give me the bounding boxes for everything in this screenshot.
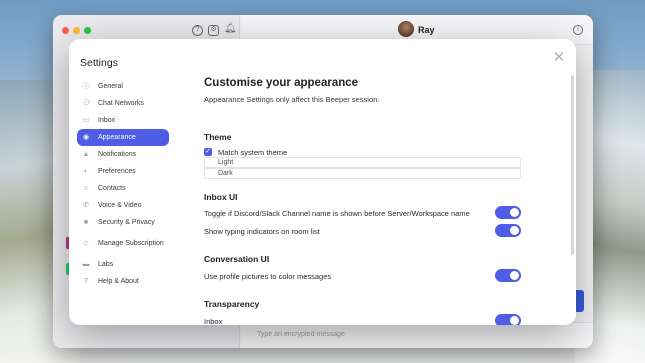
tag-icon: ◇ [83,239,89,247]
settings-modal: ✕ Settings ⓘ General 💬︎ Chat Networks ▭ … [69,39,576,325]
match-system-theme-label: Match system theme [218,148,288,157]
gear-icon[interactable]: ⚙ [208,25,219,36]
avatar[interactable] [398,21,414,37]
theme-option-dark[interactable]: Dark [204,168,521,179]
section-title-transparency: Transparency [204,299,260,309]
nav-item-label: General [98,82,123,90]
person-circle-icon: ☺ [82,184,90,192]
section-title-theme: Theme [204,132,232,142]
close-window-button[interactable] [62,27,69,34]
nav-item-notifications[interactable]: ▲ Notifications [77,146,169,163]
toggle-inbox-transparency[interactable] [495,314,521,325]
page-subtitle: Appearance Settings only affect this Bee… [204,95,380,104]
settings-nav: ⓘ General 💬︎ Chat Networks ▭ Inbox ◉ App… [77,78,169,290]
bell-icon[interactable]: 🔔︎ [224,24,237,36]
toggle-label-typing-indicators: Show typing indicators on room list [204,227,320,236]
scrollbar[interactable] [571,75,574,255]
match-system-theme-checkbox[interactable]: ✓ [204,148,212,156]
bell-icon: ▲ [82,150,90,158]
nav-item-label: Labs [98,260,114,268]
toggle-typing-indicators[interactable] [495,224,521,237]
toggle-label-profile-colors: Use profile pictures to color messages [204,272,332,281]
phone-icon: ✆ [83,201,89,209]
section-title-inbox-ui: Inbox UI [204,192,238,202]
nav-item-label: Chat Networks [98,99,144,107]
nav-item-label: Notifications [98,150,137,158]
settings-title: Settings [80,57,118,69]
appearance-panel: Customise your appearance Appearance Set… [204,39,576,325]
nav-item-help-about[interactable]: ? Help & About [77,273,169,290]
nav-item-voice-video[interactable]: ✆ Voice & Video [77,197,169,214]
nav-item-label: Help & About [98,277,139,285]
eye-icon: ◉ [82,133,90,141]
theme-option-label: Dark [218,170,233,177]
nav-item-label: Inbox [98,116,116,124]
composer-placeholder: Type an encrypted message [257,331,345,338]
info-icon[interactable]: i [573,25,583,35]
nav-item-label: Preferences [98,167,136,175]
page-title: Customise your appearance [204,77,359,89]
nav-item-label: Contacts [98,184,126,192]
inbox-icon: ▭ [82,116,90,124]
message-composer[interactable]: Type an encrypted message [241,322,593,348]
minimize-window-button[interactable] [73,27,80,34]
nav-item-appearance[interactable]: ◉ Appearance [77,129,169,146]
toggle-channel-name[interactable] [495,206,521,219]
info-circle-icon: ⓘ [82,82,90,90]
question-circle-icon: ? [84,277,88,285]
toggle-label-channel-name: Toggle if Discord/Slack Channel name is … [204,209,470,218]
nav-item-manage-subscription[interactable]: ◇ Manage Subscription [77,231,169,256]
section-title-conversation-ui: Conversation UI [204,254,270,264]
theme-option-light[interactable]: Light [204,157,521,168]
folder-icon: ▬ [82,260,90,268]
nav-item-general[interactable]: ⓘ General [77,78,169,95]
nav-item-label: Manage Subscription [98,239,164,247]
nav-item-contacts[interactable]: ☺ Contacts [77,180,169,197]
toggle-icon: ◐ [83,167,89,175]
nav-item-labs[interactable]: ▬ Labs [77,256,169,273]
nav-item-inbox[interactable]: ▭ Inbox [77,112,169,129]
toggle-label-inbox-transparency: Inbox [204,317,223,325]
nav-item-security-privacy[interactable]: ■ Security & Privacy [77,214,169,231]
nav-item-chat-networks[interactable]: 💬︎ Chat Networks [77,95,169,112]
nav-item-label: Voice & Video [98,201,142,209]
lock-icon: ■ [83,218,89,226]
help-icon[interactable]: ? [192,25,203,36]
chat-bubbles-icon: 💬︎ [82,99,91,107]
zoom-window-button[interactable] [84,27,91,34]
nav-item-label: Appearance [98,133,136,141]
toggle-profile-colors[interactable] [495,269,521,282]
chat-contact-name: Ray [418,25,435,35]
theme-option-label: Light [218,159,234,166]
nav-item-preferences[interactable]: ◐ Preferences [77,163,169,180]
nav-item-label: Security & Privacy [98,218,155,226]
